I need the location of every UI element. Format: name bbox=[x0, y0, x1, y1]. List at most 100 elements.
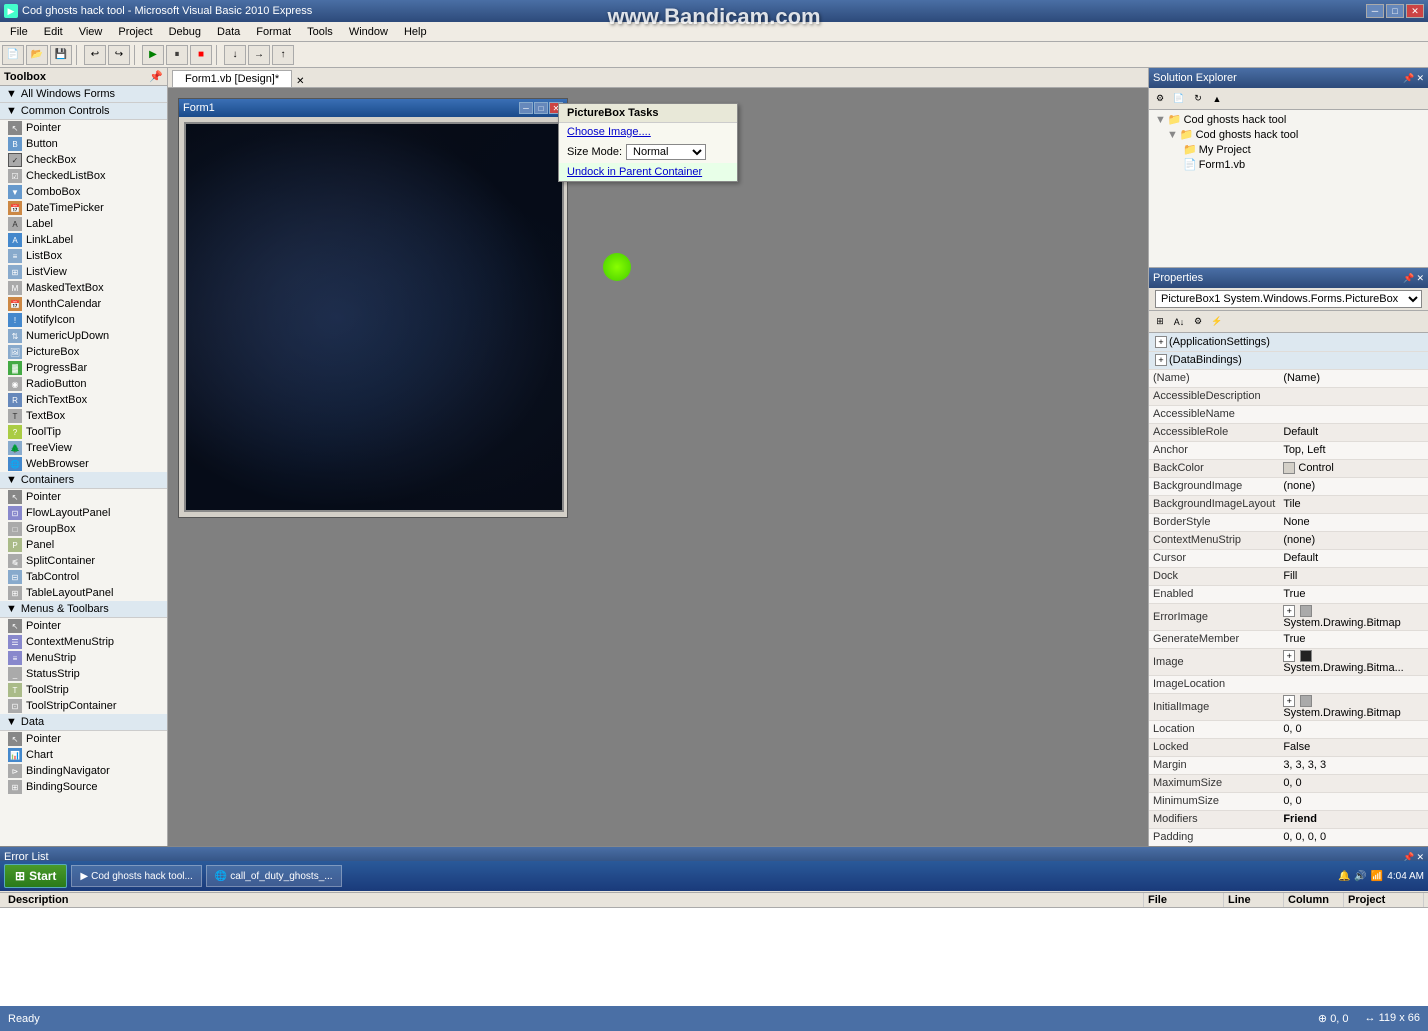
menu-help[interactable]: Help bbox=[396, 24, 435, 40]
toolbar-undo[interactable]: ↩ bbox=[84, 45, 106, 65]
tree-solution[interactable]: ▼ 📁 Cod ghosts hack tool bbox=[1151, 112, 1426, 127]
prop-row-maxsize[interactable]: MaximumSize 0, 0 bbox=[1149, 774, 1428, 792]
appsettings-expand[interactable]: + bbox=[1155, 336, 1167, 348]
se-properties-btn[interactable]: ⚙ bbox=[1151, 90, 1169, 108]
toolbox-section-menus[interactable]: ▼ Menus & Toolbars bbox=[0, 601, 167, 618]
prop-row-margin[interactable]: Margin 3, 3, 3, 3 bbox=[1149, 756, 1428, 774]
prop-category-databindings[interactable]: +(DataBindings) bbox=[1149, 351, 1428, 369]
toolbox-item-datetimepicker[interactable]: 📅 DateTimePicker bbox=[0, 200, 167, 216]
toolbox-item-bindingnavigator[interactable]: ⊳ BindingNavigator bbox=[0, 763, 167, 779]
toolbox-item-radiobutton[interactable]: ◉ RadioButton bbox=[0, 376, 167, 392]
toolbox-item-menustrip[interactable]: ≡ MenuStrip bbox=[0, 650, 167, 666]
prop-row-bgimagelayout[interactable]: BackgroundImageLayout Tile bbox=[1149, 495, 1428, 513]
prop-categorized-btn[interactable]: ⊞ bbox=[1151, 313, 1169, 331]
toolbox-item-linklabel[interactable]: A LinkLabel bbox=[0, 232, 167, 248]
toolbox-item-checkedlistbox[interactable]: ☑ CheckedListBox bbox=[0, 168, 167, 184]
prop-row-image[interactable]: Image + System.Drawing.Bitma... bbox=[1149, 648, 1428, 675]
toolbox-item-contextmenustrip[interactable]: ☰ ContextMenuStrip bbox=[0, 634, 167, 650]
initialimage-expand[interactable]: + bbox=[1283, 695, 1295, 707]
maximize-button[interactable]: □ bbox=[1386, 4, 1404, 18]
toolbox-item-textbox[interactable]: T TextBox bbox=[0, 408, 167, 424]
pb-tasks-choose-image[interactable]: Choose Image.... bbox=[559, 123, 737, 141]
se-collapse-btn[interactable]: ▲ bbox=[1208, 90, 1226, 108]
form-minimize-btn[interactable]: ─ bbox=[519, 102, 533, 114]
toolbar-pause[interactable]: ⏸ bbox=[166, 45, 188, 65]
tree-project[interactable]: ▼ 📁 Cod ghosts hack tool bbox=[1151, 127, 1426, 142]
toolbar-step-over[interactable]: → bbox=[248, 45, 270, 65]
prop-row-padding[interactable]: Padding 0, 0, 0, 0 bbox=[1149, 828, 1428, 846]
prop-row-errorimage[interactable]: ErrorImage + System.Drawing.Bitmap bbox=[1149, 603, 1428, 630]
toolbox-item-chart[interactable]: 📊 Chart bbox=[0, 747, 167, 763]
prop-properties-btn[interactable]: ⚙ bbox=[1189, 313, 1207, 331]
toolbar-open[interactable]: 📂 bbox=[26, 45, 48, 65]
toolbox-item-pointer[interactable]: ↖ Pointer bbox=[0, 120, 167, 136]
toolbox-item-groupbox[interactable]: □ GroupBox bbox=[0, 521, 167, 537]
toolbox-pin[interactable]: 📌 bbox=[149, 70, 163, 83]
tab-close-icon[interactable]: ✕ bbox=[296, 76, 304, 87]
prop-row-backgroundimage[interactable]: BackgroundImage (none) bbox=[1149, 477, 1428, 495]
menu-data[interactable]: Data bbox=[209, 24, 248, 40]
toolbox-item-label[interactable]: A Label bbox=[0, 216, 167, 232]
form-maximize-btn[interactable]: □ bbox=[534, 102, 548, 114]
picturebox[interactable] bbox=[184, 122, 564, 512]
toolbox-item-pointer-menus[interactable]: ↖ Pointer bbox=[0, 618, 167, 634]
toolbar-stop[interactable]: ■ bbox=[190, 45, 212, 65]
toolbox-item-pointer-data[interactable]: ↖ Pointer bbox=[0, 731, 167, 747]
start-button[interactable]: ⊞ Start bbox=[4, 864, 67, 888]
se-show-files-btn[interactable]: 📄 bbox=[1170, 90, 1188, 108]
toolbox-item-toolstripcontainer[interactable]: ⊡ ToolStripContainer bbox=[0, 698, 167, 714]
toolbox-item-statusstrip[interactable]: _ StatusStrip bbox=[0, 666, 167, 682]
toolbox-section-all-windows-forms[interactable]: ▼ All Windows Forms bbox=[0, 86, 167, 103]
toolbox-item-panel[interactable]: P Panel bbox=[0, 537, 167, 553]
menu-project[interactable]: Project bbox=[110, 24, 160, 40]
taskbar-app-vb[interactable]: ▶ Cod ghosts hack tool... bbox=[71, 865, 201, 887]
toolbar-redo[interactable]: ↪ bbox=[108, 45, 130, 65]
toolbox-item-button[interactable]: B Button bbox=[0, 136, 167, 152]
prop-row-contextmenustrip[interactable]: ContextMenuStrip (none) bbox=[1149, 531, 1428, 549]
se-pin-icon[interactable]: 📌 bbox=[1403, 73, 1414, 84]
prop-row-imagelocation[interactable]: ImageLocation bbox=[1149, 675, 1428, 693]
choose-image-link[interactable]: Choose Image.... bbox=[567, 126, 651, 138]
toolbar-step-into[interactable]: ↓ bbox=[224, 45, 246, 65]
toolbar-save[interactable]: 💾 bbox=[50, 45, 72, 65]
toolbox-item-numericupdown[interactable]: ⇅ NumericUpDown bbox=[0, 328, 167, 344]
toolbox-item-toolstrip[interactable]: T ToolStrip bbox=[0, 682, 167, 698]
errorimage-expand[interactable]: + bbox=[1283, 605, 1295, 617]
toolbox-section-common-controls[interactable]: ▼ Common Controls bbox=[0, 103, 167, 120]
menu-debug[interactable]: Debug bbox=[161, 24, 209, 40]
toolbar-run[interactable]: ▶ bbox=[142, 45, 164, 65]
pb-size-mode-select[interactable]: Normal bbox=[626, 144, 706, 160]
prop-row-dock[interactable]: Dock Fill bbox=[1149, 567, 1428, 585]
se-close-icon[interactable]: ✕ bbox=[1416, 73, 1424, 84]
prop-row-name[interactable]: (Name) (Name) bbox=[1149, 369, 1428, 387]
menu-edit[interactable]: Edit bbox=[36, 24, 71, 40]
design-canvas[interactable]: Form1 ─ □ ✕ PictureBox Tasks bbox=[168, 88, 1148, 846]
toolbar-new[interactable]: 📄 bbox=[2, 45, 24, 65]
properties-object-select[interactable]: PictureBox1 System.Windows.Forms.Picture… bbox=[1155, 290, 1422, 308]
prop-row-locked[interactable]: Locked False bbox=[1149, 738, 1428, 756]
prop-row-backcolor[interactable]: BackColor Control bbox=[1149, 459, 1428, 477]
prop-row-borderstyle[interactable]: BorderStyle None bbox=[1149, 513, 1428, 531]
form-window[interactable]: Form1 ─ □ ✕ bbox=[178, 98, 568, 518]
menu-window[interactable]: Window bbox=[341, 24, 396, 40]
se-refresh-btn[interactable]: ↻ bbox=[1189, 90, 1207, 108]
prop-row-modifiers[interactable]: Modifiers Friend bbox=[1149, 810, 1428, 828]
toolbox-item-monthcalendar[interactable]: 📅 MonthCalendar bbox=[0, 296, 167, 312]
toolbox-item-richtextbox[interactable]: R RichTextBox bbox=[0, 392, 167, 408]
toolbox-item-webbrowser[interactable]: 🌐 WebBrowser bbox=[0, 456, 167, 472]
toolbox-item-flowlayoutpanel[interactable]: ⊡ FlowLayoutPanel bbox=[0, 505, 167, 521]
prop-row-enabled[interactable]: Enabled True bbox=[1149, 585, 1428, 603]
prop-row-initialimage[interactable]: InitialImage + System.Drawing.Bitmap bbox=[1149, 693, 1428, 720]
toolbox-item-splitcontainer[interactable]: ⫹ SplitContainer bbox=[0, 553, 167, 569]
close-button[interactable]: ✕ bbox=[1406, 4, 1424, 18]
prop-row-generatemember[interactable]: GenerateMember True bbox=[1149, 630, 1428, 648]
minimize-button[interactable]: ─ bbox=[1366, 4, 1384, 18]
toolbox-item-listbox[interactable]: ≡ ListBox bbox=[0, 248, 167, 264]
prop-alphabetical-btn[interactable]: A↓ bbox=[1170, 313, 1188, 331]
toolbox-item-notifyicon[interactable]: ! NotifyIcon bbox=[0, 312, 167, 328]
toolbox-item-picturebox[interactable]: 🖼 PictureBox bbox=[0, 344, 167, 360]
toolbox-item-bindingsource[interactable]: ⊞ BindingSource bbox=[0, 779, 167, 795]
prop-category-appsettings[interactable]: +(ApplicationSettings) bbox=[1149, 333, 1428, 351]
tree-form1-vb[interactable]: 📄 Form1.vb bbox=[1151, 157, 1426, 172]
prop-row-cursor[interactable]: Cursor Default bbox=[1149, 549, 1428, 567]
